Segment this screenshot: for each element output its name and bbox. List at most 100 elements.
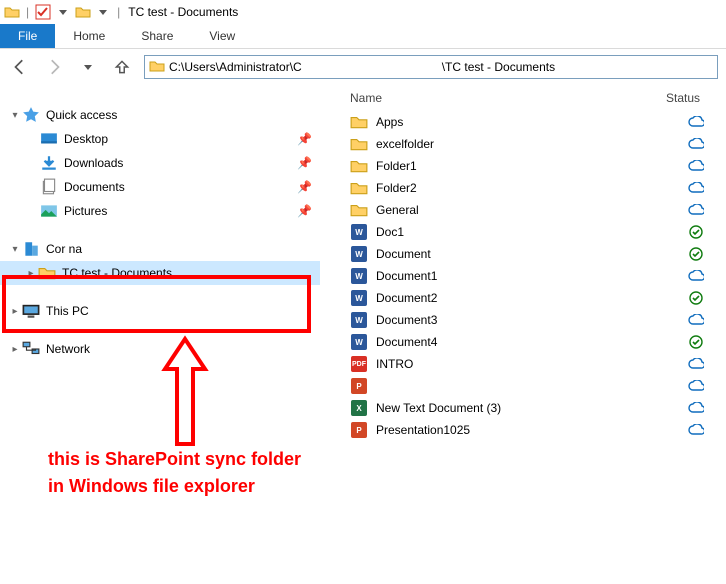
back-button[interactable]	[8, 55, 32, 79]
building-icon	[22, 240, 40, 258]
folder-icon	[38, 264, 56, 282]
file-row[interactable]: Apps	[320, 111, 726, 133]
recent-dropdown[interactable]	[76, 55, 100, 79]
address-folder-icon	[149, 58, 165, 77]
word-icon: W	[350, 333, 368, 351]
file-row[interactable]: General	[320, 199, 726, 221]
nav-label: Downloads	[64, 156, 123, 170]
file-name: New Text Document (3)	[376, 401, 666, 415]
status-cloud-icon	[666, 402, 726, 414]
ppt-icon: P	[350, 377, 368, 395]
downloads-icon	[40, 154, 58, 172]
status-cloud-icon	[666, 424, 726, 436]
file-name: Document2	[376, 291, 666, 305]
navigation-pane: ▾ Quick access Desktop 📌 Downloads 📌 Doc…	[0, 85, 320, 584]
file-row[interactable]: P	[320, 375, 726, 397]
status-cloud-icon	[666, 138, 726, 150]
this-pc-node[interactable]: ▸ This PC	[0, 299, 320, 323]
forward-button[interactable]	[42, 55, 66, 79]
status-cloud-icon	[666, 380, 726, 392]
file-list-pane: Name Status Apps excelfolderFolder1 Folder…	[320, 85, 726, 584]
status-cloud-icon	[666, 314, 726, 326]
file-row[interactable]: Folder2	[320, 177, 726, 199]
column-status-header[interactable]: Status	[666, 91, 726, 105]
folder-small-icon[interactable]	[4, 4, 20, 20]
separator-icon-2: |	[117, 5, 120, 19]
sharepoint-sync-folder[interactable]: ▸ TC test - Documents	[0, 261, 320, 285]
nav-label: Cor na	[46, 242, 82, 256]
sharepoint-root-node[interactable]: ▾ Cor na	[0, 237, 320, 261]
folder-icon	[350, 201, 368, 219]
file-row[interactable]: WDocument1	[320, 265, 726, 287]
file-row[interactable]: X New Text Document (3)	[320, 397, 726, 419]
file-name: General	[376, 203, 666, 217]
home-tab[interactable]: Home	[55, 24, 123, 48]
file-name: Document4	[376, 335, 666, 349]
folder-icon	[350, 157, 368, 175]
file-name: Apps	[376, 115, 666, 129]
quick-access-label: Quick access	[46, 108, 117, 122]
chevron-right-icon[interactable]: ▸	[24, 268, 38, 279]
quick-access-node[interactable]: ▾ Quick access	[0, 103, 320, 127]
file-row[interactable]: excelfolder	[320, 133, 726, 155]
column-headers[interactable]: Name Status	[320, 85, 726, 111]
nav-desktop[interactable]: Desktop 📌	[0, 127, 320, 151]
nav-downloads[interactable]: Downloads 📌	[0, 151, 320, 175]
chevron-right-icon[interactable]: ▸	[8, 344, 22, 355]
status-cloud-icon	[666, 182, 726, 194]
file-row[interactable]: WDocument3	[320, 309, 726, 331]
file-name: Doc1	[376, 225, 666, 239]
status-synced-icon	[666, 225, 726, 239]
nav-label: Network	[46, 342, 90, 356]
column-name-header[interactable]: Name	[320, 91, 666, 105]
pin-icon: 📌	[297, 132, 312, 146]
word-icon: W	[350, 267, 368, 285]
ppt-icon: P	[350, 421, 368, 439]
nav-pictures[interactable]: Pictures 📌	[0, 199, 320, 223]
address-bar[interactable]	[144, 55, 718, 79]
file-name: Presentation1025	[376, 423, 666, 437]
status-cloud-icon	[666, 358, 726, 370]
status-cloud-icon	[666, 204, 726, 216]
nav-label: This PC	[46, 304, 89, 318]
properties-checkbox-icon[interactable]	[35, 4, 51, 20]
file-row[interactable]: P Presentation1025	[320, 419, 726, 441]
network-node[interactable]: ▸ Network	[0, 337, 320, 361]
address-input[interactable]	[169, 60, 713, 74]
folder-small-icon-2[interactable]	[75, 4, 91, 20]
nav-documents[interactable]: Documents 📌	[0, 175, 320, 199]
file-row[interactable]: PDF INTRO	[320, 353, 726, 375]
file-row[interactable]: Folder1	[320, 155, 726, 177]
nav-label: Desktop	[64, 132, 108, 146]
view-tab[interactable]: View	[191, 24, 253, 48]
file-row[interactable]: W Doc1	[320, 221, 726, 243]
navigation-bar	[0, 49, 726, 85]
pin-icon: 📌	[297, 156, 312, 170]
file-row[interactable]: WDocument	[320, 243, 726, 265]
file-row[interactable]: WDocument2	[320, 287, 726, 309]
chevron-down-icon[interactable]: ▾	[8, 244, 22, 255]
chevron-right-icon[interactable]: ▸	[8, 306, 22, 317]
nav-label: Documents	[64, 180, 125, 194]
word-icon: W	[350, 311, 368, 329]
file-row[interactable]: W Document4	[320, 331, 726, 353]
pdf-icon: PDF	[350, 355, 368, 373]
folder-icon	[350, 113, 368, 131]
word-icon: W	[350, 223, 368, 241]
file-tab[interactable]: File	[0, 24, 55, 48]
file-name: Folder2	[376, 181, 666, 195]
qat-dropdown-icon[interactable]	[55, 4, 71, 20]
qat-dropdown-icon-2[interactable]	[95, 4, 111, 20]
excel-icon: X	[350, 399, 368, 417]
documents-icon	[40, 178, 58, 196]
pin-icon: 📌	[297, 204, 312, 218]
file-name: INTRO	[376, 357, 666, 371]
nav-label: Pictures	[64, 204, 107, 218]
star-icon	[22, 106, 40, 124]
status-cloud-icon	[666, 116, 726, 128]
title-bar: | | TC test - Documents	[0, 0, 726, 24]
share-tab[interactable]: Share	[123, 24, 191, 48]
up-button[interactable]	[110, 55, 134, 79]
status-cloud-icon	[666, 270, 726, 282]
chevron-down-icon[interactable]: ▾	[8, 110, 22, 121]
